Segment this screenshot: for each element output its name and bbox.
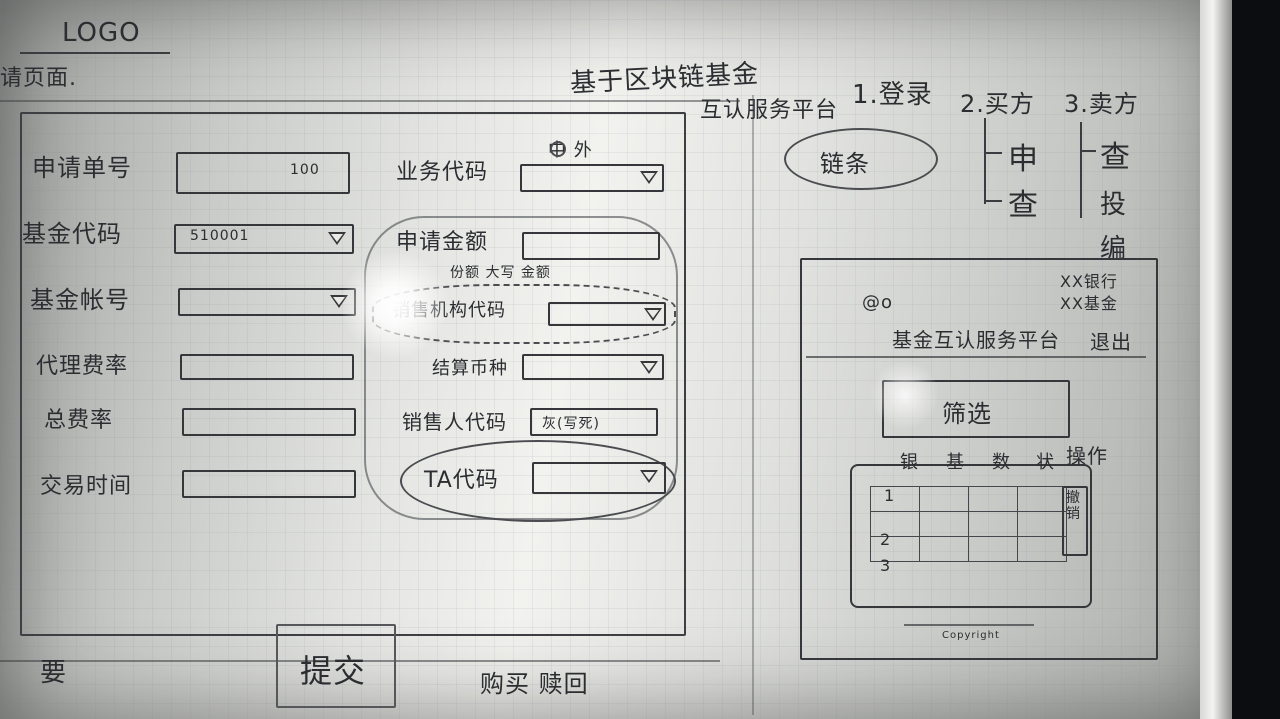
preview-logo-mark: @o	[862, 292, 894, 313]
chain-button[interactable]: 链条	[784, 128, 938, 190]
light-glare	[340, 250, 450, 360]
table-row	[870, 511, 1067, 537]
table-row	[870, 486, 1067, 512]
nav-login[interactable]: 1.登录	[852, 74, 933, 111]
ta-code-select[interactable]	[532, 462, 666, 494]
chevron-down-icon	[640, 470, 658, 483]
tree-right-branch	[1080, 150, 1096, 152]
preview-th-count: 数	[992, 452, 1011, 473]
tree-left-branch-2	[984, 200, 1002, 202]
preview-footer: Copyright	[942, 630, 1000, 641]
tree-right-trunk	[1080, 122, 1082, 218]
chevron-down-icon	[328, 232, 346, 245]
tree-right-invest[interactable]: 投	[1100, 184, 1127, 221]
preview-exit-button[interactable]: 退出	[1090, 326, 1132, 355]
row-number: 3	[880, 556, 892, 575]
bottom-left-text: 要	[40, 658, 68, 688]
light-glare-small	[870, 360, 940, 430]
board-divider	[752, 95, 754, 715]
nav-seller[interactable]: 3.卖方	[1064, 84, 1139, 119]
preview-bank-line: XX银行	[1060, 272, 1118, 291]
whiteboard-frame	[1200, 0, 1232, 719]
preview-footer-line	[904, 624, 1034, 626]
preview-th-bank: 银	[900, 452, 919, 473]
tree-left-trunk	[984, 118, 986, 204]
row-number: 1	[884, 486, 896, 505]
preview-th-status: 状	[1036, 452, 1055, 473]
chevron-down-icon	[640, 361, 658, 374]
section-line	[0, 100, 740, 102]
fund-code-value: 510001	[190, 228, 250, 244]
preview-fund-line: XX基金	[1060, 294, 1118, 313]
tree-right-query[interactable]: 查	[1100, 132, 1131, 176]
tree-left-apply[interactable]: 申	[1008, 134, 1039, 178]
radio-domestic[interactable]	[550, 141, 566, 157]
submit-label: 提交	[300, 652, 367, 690]
table-row	[870, 536, 1067, 562]
amount-input[interactable]	[522, 232, 660, 260]
field-label-agent-fee: 代理费率	[36, 354, 129, 379]
field-label-fund-account: 基金帐号	[30, 286, 130, 314]
field-label-total-fee: 总费率	[44, 408, 114, 433]
preview-header-line	[806, 356, 1146, 358]
chevron-down-icon	[640, 171, 658, 184]
application-no-input[interactable]: 100	[176, 152, 350, 194]
preview-platform-title: 基金互认服务平台	[892, 328, 1060, 352]
field-label-application-no: 申请单号	[32, 154, 132, 182]
bottom-text: 购买 赎回	[480, 670, 589, 698]
tree-left-branch-1	[984, 152, 1002, 154]
preview-th-action: 操作	[1066, 444, 1108, 468]
logo-text: LOGO	[62, 18, 141, 48]
sales-person-input: 灰(写死)	[530, 408, 658, 436]
page-caption: 请页面.	[0, 66, 77, 91]
tree-left-query[interactable]: 查	[1008, 180, 1039, 224]
field-label-trade-time: 交易时间	[40, 474, 133, 499]
agent-fee-input[interactable]	[180, 354, 354, 380]
business-code-select[interactable]	[520, 164, 664, 192]
field-label-sales-person: 销售人代码	[402, 410, 507, 434]
total-fee-input[interactable]	[182, 408, 356, 436]
chain-button-label: 链条	[820, 150, 870, 178]
chevron-down-icon	[644, 308, 662, 321]
application-no-value: 100	[290, 162, 320, 178]
field-label-fund-code: 基金代码	[22, 220, 122, 248]
field-label-business-code: 业务代码	[396, 160, 489, 185]
field-label-ta-code: TA代码	[424, 468, 499, 493]
preview-table	[870, 486, 1067, 562]
fund-account-select[interactable]	[178, 288, 356, 316]
sales-org-select[interactable]	[548, 302, 666, 326]
preview-search-label: 筛选	[942, 400, 992, 428]
row-action-label: 撤销	[1066, 490, 1081, 522]
row-action-button[interactable]: 撤销	[1062, 486, 1088, 556]
field-label-currency: 结算币种	[432, 358, 508, 379]
trade-time-input[interactable]	[182, 470, 356, 498]
logo-underline	[20, 52, 170, 54]
nav-buyer[interactable]: 2.买方	[960, 84, 1035, 119]
sales-person-value: 灰(写死)	[542, 416, 600, 432]
preview-th-fund: 基	[946, 452, 965, 473]
row-number: 2	[880, 530, 892, 549]
submit-button[interactable]: 提交	[276, 624, 396, 708]
amount-note: 份额 大写 金额	[450, 265, 551, 281]
currency-select[interactable]	[522, 354, 664, 380]
nav-prefix: 互认服务平台	[700, 98, 839, 123]
fund-code-select[interactable]: 510001	[174, 224, 354, 254]
